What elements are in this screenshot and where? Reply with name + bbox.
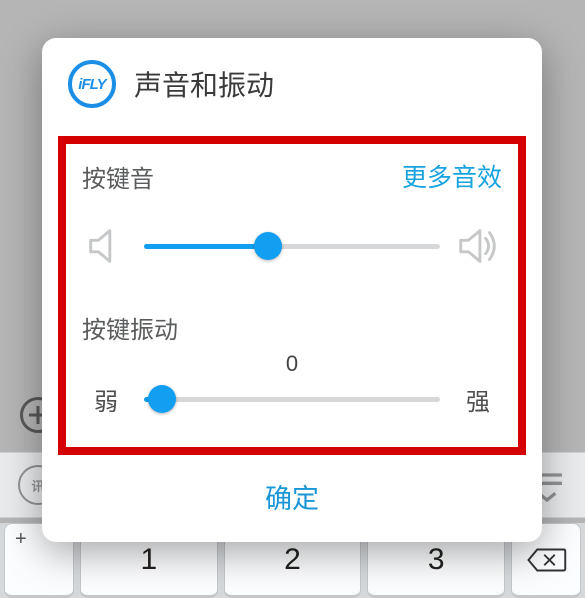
confirm-button[interactable]: 确定 — [265, 477, 319, 516]
slider-thumb[interactable] — [254, 232, 282, 260]
vibration-max-label: 强 — [454, 382, 502, 417]
keysound-slider-row — [82, 222, 502, 270]
vibration-header: 按键振动 — [82, 310, 502, 345]
vibration-min-label: 弱 — [82, 382, 130, 417]
more-sound-effects-link[interactable]: 更多音效 — [402, 158, 502, 194]
backspace-icon — [525, 546, 567, 574]
keysound-label: 按键音 — [82, 159, 154, 194]
speaker-mute-icon[interactable] — [82, 222, 130, 270]
dialog-content-highlighted: 按键音 更多音效 按键振动 0 弱 — [58, 136, 526, 455]
dialog-header: iFLY 声音和振动 — [42, 38, 542, 130]
speaker-loud-icon[interactable] — [454, 222, 502, 270]
slider-thumb[interactable] — [148, 385, 176, 413]
ifly-logo-icon: iFLY — [68, 60, 116, 108]
sound-vibration-dialog: iFLY 声音和振动 按键音 更多音效 按键振动 0 弱 — [42, 38, 542, 542]
slider-track — [144, 397, 440, 402]
keysound-slider[interactable] — [144, 226, 440, 266]
vibration-value: 0 — [82, 351, 502, 377]
slider-fill — [144, 244, 268, 249]
vibration-slider-row: 弱 强 — [82, 379, 502, 419]
dialog-footer: 确定 — [42, 455, 542, 542]
key-plus-superscript: + — [15, 528, 27, 551]
vibration-slider[interactable] — [144, 379, 440, 419]
keysound-header: 按键音 更多音效 — [82, 158, 502, 194]
dialog-title: 声音和振动 — [134, 64, 274, 104]
vibration-label: 按键振动 — [82, 310, 178, 345]
